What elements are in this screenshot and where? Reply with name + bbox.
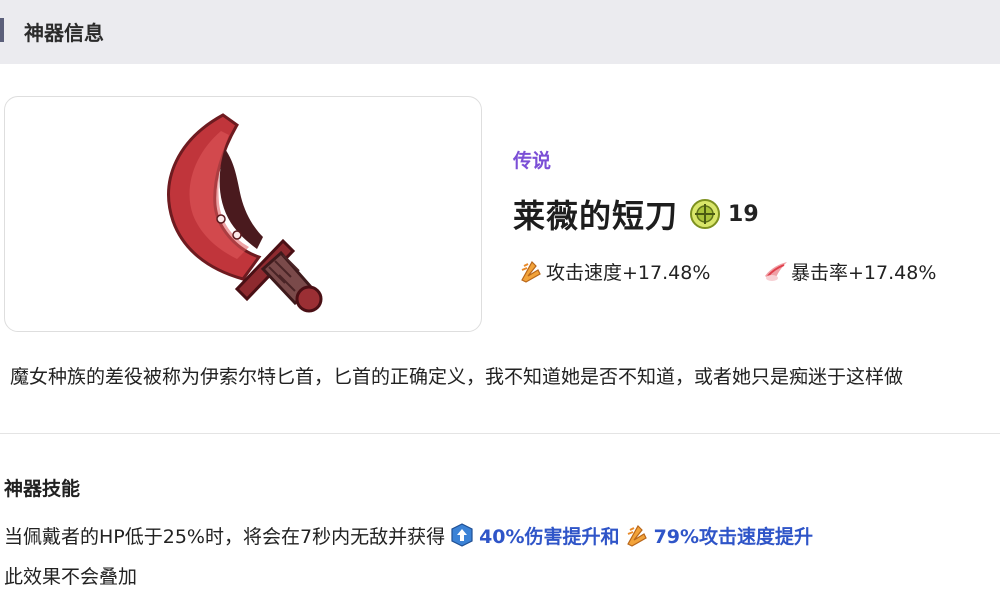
damage-up-icon: [451, 523, 473, 547]
stat-crit-rate: 暴击率+17.48%: [763, 256, 936, 286]
stat-attack-speed: 攻击速度+17.48%: [518, 256, 710, 286]
crit-rate-icon: [765, 262, 787, 281]
skill-section-title: 神器技能: [4, 478, 81, 500]
item-description: 魔女种族的差役被称为伊索尔特匕首，匕首的正确定义，我不知道她是否不知道，或者她只…: [10, 366, 904, 388]
section-header: 神器信息: [0, 0, 1000, 64]
section-divider: [0, 433, 1000, 434]
stat-label: 攻击速度+17.48%: [546, 261, 711, 284]
stat-label: 暴击率+17.48%: [791, 261, 937, 284]
attack-speed-icon: [626, 525, 647, 547]
header-accent-bar: [0, 18, 4, 42]
rarity-label: 传说: [513, 150, 552, 172]
item-level: 19: [728, 201, 759, 227]
item-image-card: [4, 96, 482, 332]
green-crosshair-badge-icon: [690, 199, 721, 229]
skill-description-line: 当佩戴者的HP低于25%时，将会在7秒内无敌并获得 40%伤害提升和 79%攻击…: [4, 519, 813, 551]
buff-attack-speed-up: 79%攻击速度提升: [653, 525, 814, 548]
buff-damage-up: 40%伤害提升和: [479, 525, 620, 548]
item-name: 莱薇的短刀: [513, 197, 679, 235]
skill-text: 当佩戴者的HP低于25%时，将会在7秒内无敌并获得: [4, 525, 446, 548]
attack-speed-icon: [521, 261, 541, 283]
skill-note: 此效果不会叠加: [4, 566, 138, 588]
section-title: 神器信息: [24, 21, 104, 45]
item-title-row: 莱薇的短刀 19: [513, 192, 759, 236]
red-curved-dagger-icon: [167, 113, 323, 313]
